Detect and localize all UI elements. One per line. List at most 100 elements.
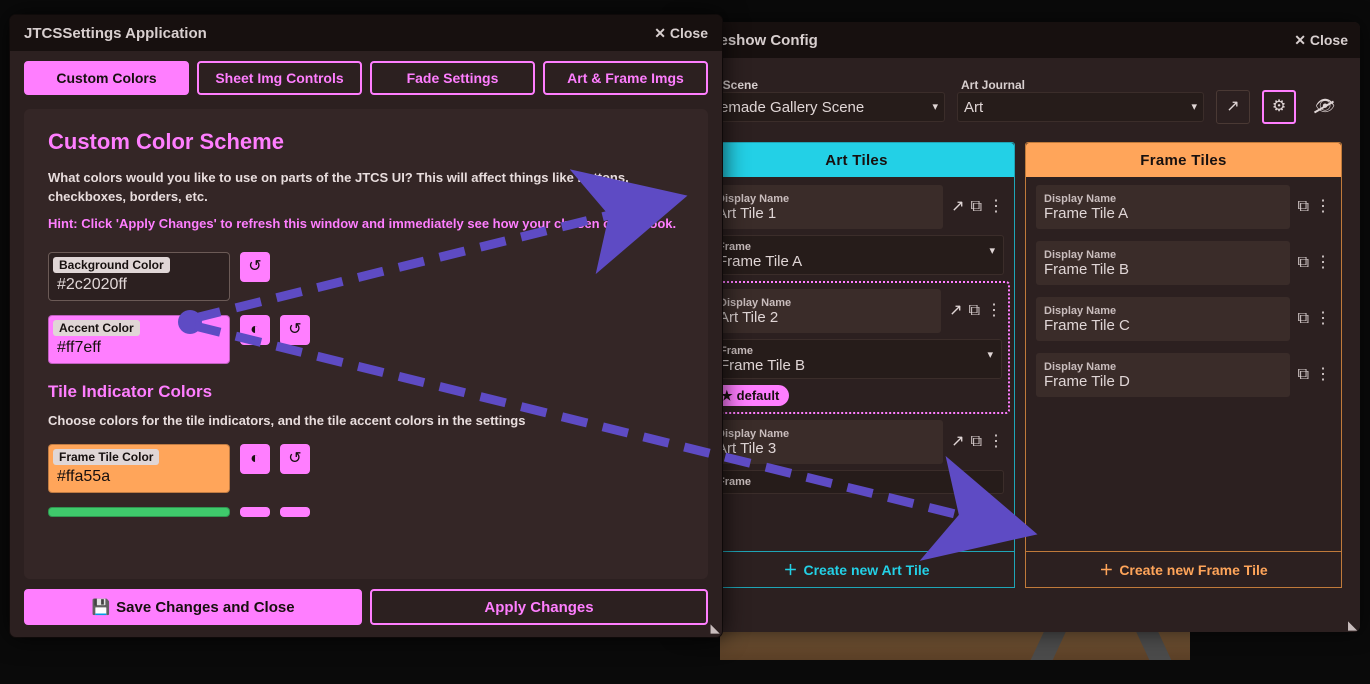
- art-tile-frame-select[interactable]: Frame Frame Tile A ▾: [709, 235, 1004, 275]
- unlinked-tile-color-input[interactable]: [48, 507, 230, 517]
- slideshow-config-header[interactable]: Slideshow Config ✕ Close: [680, 22, 1360, 58]
- section-title: Custom Color Scheme: [48, 129, 684, 155]
- eye-off-icon: 👁: [1315, 99, 1335, 115]
- jtcs-tabs: Custom Colors Sheet Img Controls Fade Se…: [10, 51, 722, 109]
- custom-colors-panel: Custom Color Scheme What colors would yo…: [24, 109, 708, 579]
- copy-icon[interactable]: ⧉: [1298, 311, 1309, 327]
- undo-icon: ↺: [288, 322, 301, 338]
- close-icon: ✕: [654, 26, 666, 40]
- chevron-down-icon: ▾: [1191, 102, 1197, 113]
- external-link-icon[interactable]: ↗: [951, 434, 964, 450]
- external-link-icon: ↗: [1226, 99, 1239, 115]
- slideshow-config-close-button[interactable]: ✕ Close: [1294, 32, 1348, 48]
- art-tiles-list: Display Name Art Tile 1 ↗ ⧉ ⋮ Fram: [699, 177, 1014, 551]
- contrast-icon: ◐: [250, 322, 260, 338]
- resize-handle-icon[interactable]: ◢: [706, 621, 722, 637]
- frame-tiles-header: Frame Tiles: [1026, 143, 1341, 177]
- copy-icon[interactable]: ⧉: [1298, 199, 1309, 215]
- frame-tile-name-field[interactable]: Display Name Frame Tile A: [1036, 185, 1290, 229]
- frame-tile-name-field[interactable]: Display Name Frame Tile B: [1036, 241, 1290, 285]
- more-icon[interactable]: ⋮: [1315, 311, 1331, 327]
- art-tile-name-field[interactable]: Display Name Art Tile 2: [711, 289, 941, 333]
- save-and-close-button[interactable]: 💾 Save Changes and Close: [24, 589, 362, 625]
- star-icon: ★: [721, 389, 733, 402]
- art-scene-field: Art Scene Premade Gallery Scene ▾: [698, 76, 945, 122]
- copy-icon[interactable]: ⧉: [971, 434, 982, 450]
- art-tile-name-field[interactable]: Display Name Art Tile 3: [709, 420, 943, 464]
- reset-accent-button[interactable]: ↺: [280, 315, 310, 345]
- art-scene-label: Art Scene: [698, 76, 945, 92]
- frame-tiles-list: Display Name Frame Tile A ⧉ ⋮: [1026, 177, 1341, 551]
- more-icon[interactable]: ⋮: [988, 434, 1004, 450]
- frame-tile-name-field[interactable]: Display Name Frame Tile D: [1036, 353, 1290, 397]
- create-art-tile-button[interactable]: ＋ Create new Art Tile: [699, 551, 1014, 587]
- art-journal-field: Art Journal Art ▾: [957, 76, 1204, 122]
- jtcs-settings-window: JTCSSettings Application ✕ Close Custom …: [10, 15, 722, 637]
- contrast-frame-button[interactable]: ◐: [240, 444, 270, 474]
- apply-changes-button[interactable]: Apply Changes: [370, 589, 708, 625]
- art-tile-item: Display Name Art Tile 1 ↗ ⧉ ⋮ Fram: [709, 185, 1004, 275]
- section-hint: Hint: Click 'Apply Changes' to refresh t…: [48, 215, 684, 234]
- frame-tile-item: Display Name Frame Tile D ⧉ ⋮: [1036, 353, 1331, 397]
- jtcs-footer: 💾 Save Changes and Close Apply Changes: [10, 579, 722, 637]
- art-tiles-header: Art Tiles: [699, 143, 1014, 177]
- settings-button[interactable]: ⚙: [1262, 90, 1296, 124]
- undo-icon: ↺: [248, 259, 261, 275]
- contrast-accent-button[interactable]: ◐: [240, 315, 270, 345]
- more-icon[interactable]: ⋮: [1315, 367, 1331, 383]
- external-link-icon[interactable]: ↗: [949, 303, 962, 319]
- tile-indicator-desc: Choose colors for the tile indicators, a…: [48, 412, 684, 431]
- copy-icon[interactable]: ⧉: [1298, 367, 1309, 383]
- tab-art-frame-imgs[interactable]: Art & Frame Imgs: [543, 61, 708, 95]
- tab-fade-settings[interactable]: Fade Settings: [370, 61, 535, 95]
- reset-frame-button[interactable]: ↺: [280, 444, 310, 474]
- chevron-down-icon: ▾: [989, 246, 995, 257]
- more-icon[interactable]: ⋮: [986, 303, 1002, 319]
- more-icon[interactable]: ⋮: [1315, 199, 1331, 215]
- visibility-toggle[interactable]: 👁: [1308, 90, 1342, 124]
- copy-icon[interactable]: ⧉: [969, 303, 980, 319]
- accent-color-input[interactable]: Accent Color #ff7eff: [48, 315, 230, 364]
- default-badge: ★ default: [711, 385, 789, 406]
- reset-bg-color-button[interactable]: ↺: [240, 252, 270, 282]
- art-tile-frame-select[interactable]: Frame Frame Tile B ▾: [711, 339, 1002, 379]
- slideshow-config-window: Slideshow Config ✕ Close Art Scene Prema…: [680, 22, 1360, 632]
- plus-icon: ＋: [783, 563, 797, 577]
- external-link-icon[interactable]: ↗: [951, 199, 964, 215]
- tile-indicator-title: Tile Indicator Colors: [48, 382, 684, 402]
- art-tile-name-field[interactable]: Display Name Art Tile 1: [709, 185, 943, 229]
- background-color-input[interactable]: Background Color #2c2020ff: [48, 252, 230, 301]
- chevron-down-icon: ▾: [932, 102, 938, 113]
- reset-unlinked-button[interactable]: [280, 507, 310, 517]
- frame-tiles-column: Frame Tiles Display Name Frame Tile A ⧉ …: [1025, 142, 1342, 588]
- close-icon: ✕: [1294, 33, 1306, 47]
- copy-icon[interactable]: ⧉: [1298, 255, 1309, 271]
- plus-icon: ＋: [1099, 563, 1113, 577]
- more-icon[interactable]: ⋮: [1315, 255, 1331, 271]
- frame-tile-name-field[interactable]: Display Name Frame Tile C: [1036, 297, 1290, 341]
- create-frame-tile-button[interactable]: ＋ Create new Frame Tile: [1026, 551, 1341, 587]
- tab-custom-colors[interactable]: Custom Colors: [24, 61, 189, 95]
- art-scene-select[interactable]: Premade Gallery Scene ▾: [698, 92, 945, 122]
- frame-tile-item: Display Name Frame Tile A ⧉ ⋮: [1036, 185, 1331, 229]
- gear-icon: ⚙: [1272, 99, 1286, 115]
- frame-tile-item: Display Name Frame Tile B ⧉ ⋮: [1036, 241, 1331, 285]
- jtcs-settings-header[interactable]: JTCSSettings Application ✕ Close: [10, 15, 722, 51]
- more-icon[interactable]: ⋮: [988, 199, 1004, 215]
- frame-tile-color-input[interactable]: Frame Tile Color #ffa55a: [48, 444, 230, 493]
- frame-tile-item: Display Name Frame Tile C ⧉ ⋮: [1036, 297, 1331, 341]
- copy-icon[interactable]: ⧉: [971, 199, 982, 215]
- open-external-button[interactable]: ↗: [1216, 90, 1250, 124]
- contrast-icon: ◐: [250, 451, 260, 467]
- art-tiles-column: Art Tiles Display Name Art Tile 1 ↗ ⧉ ⋮: [698, 142, 1015, 588]
- jtcs-close-button[interactable]: ✕ Close: [654, 25, 708, 41]
- art-tile-frame-select[interactable]: Frame: [709, 470, 1004, 494]
- resize-handle-icon[interactable]: ◢: [1347, 621, 1359, 630]
- section-description: What colors would you like to use on par…: [48, 169, 684, 207]
- jtcs-settings-title: JTCSSettings Application: [24, 25, 207, 42]
- art-journal-select[interactable]: Art ▾: [957, 92, 1204, 122]
- contrast-unlinked-button[interactable]: [240, 507, 270, 517]
- chevron-down-icon: ▾: [987, 350, 993, 361]
- tab-sheet-img-controls[interactable]: Sheet Img Controls: [197, 61, 362, 95]
- save-icon: 💾: [91, 600, 110, 615]
